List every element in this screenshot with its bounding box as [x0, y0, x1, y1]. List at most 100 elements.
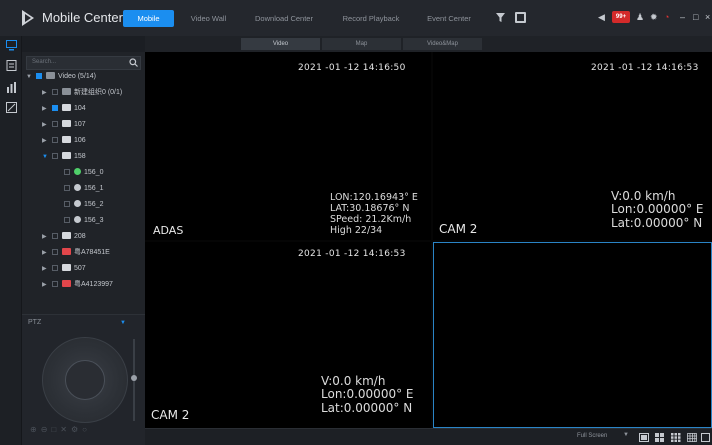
- custom-layout-icon[interactable]: [701, 433, 710, 442]
- tab-video-and-map[interactable]: Video&Map: [403, 38, 482, 50]
- overlay-line: High 22/34: [330, 224, 383, 236]
- checkbox[interactable]: [36, 73, 42, 79]
- video-timestamp: 2021 -01 -12 14:16:53: [591, 63, 699, 73]
- ptz-speed-slider[interactable]: [131, 339, 137, 421]
- collapse-icon[interactable]: ▼: [120, 320, 126, 326]
- checkbox[interactable]: [52, 233, 58, 239]
- search-icon[interactable]: [129, 58, 138, 67]
- collapse-arrow-icon[interactable]: ▶: [42, 229, 50, 245]
- tree-node-video-root[interactable]: ▼ Video (5/14): [26, 69, 96, 85]
- checkbox[interactable]: [64, 185, 70, 191]
- checkbox[interactable]: [52, 153, 58, 159]
- edit-icon[interactable]: [6, 102, 17, 113]
- checkbox[interactable]: [64, 217, 70, 223]
- tab-map[interactable]: Map: [322, 38, 401, 50]
- tree-node-device[interactable]: ▼ 158: [42, 149, 86, 165]
- collapse-arrow-icon[interactable]: ▶: [42, 117, 50, 133]
- nav-tab-record-playback[interactable]: Record Playback: [332, 10, 410, 27]
- checkbox[interactable]: [52, 89, 58, 95]
- tree-node-channel[interactable]: 156_3: [62, 213, 103, 229]
- settings-icon[interactable]: ✹: [650, 11, 658, 24]
- checkbox[interactable]: [52, 105, 58, 111]
- alarm-badge[interactable]: 99+: [612, 11, 630, 23]
- tab-video[interactable]: Video: [241, 38, 320, 50]
- filter-icon[interactable]: [496, 12, 505, 23]
- collapse-arrow-icon[interactable]: ▶: [42, 85, 50, 101]
- collapse-arrow-icon[interactable]: ▶: [42, 245, 50, 261]
- checkbox[interactable]: [52, 137, 58, 143]
- camera-label: ADAS: [153, 224, 184, 237]
- camera-icon: [74, 200, 81, 207]
- layout-2x2-icon[interactable]: [655, 433, 665, 442]
- collapse-arrow-icon[interactable]: ▶: [42, 101, 50, 117]
- nav-tab-download-center[interactable]: Download Center: [244, 10, 324, 27]
- checkbox[interactable]: [64, 169, 70, 175]
- collapse-arrow-icon[interactable]: ▶: [42, 277, 50, 293]
- video-cell-3[interactable]: 2021 -01 -12 14:16:53 V:0.0 km/h Lon:0.0…: [145, 242, 431, 428]
- ptz-control-buttons[interactable]: ⊕⊖□✕⚙○: [30, 425, 140, 437]
- tree-node-device[interactable]: ▶ 208: [42, 229, 86, 245]
- expand-arrow-icon[interactable]: ▼: [26, 69, 34, 85]
- minimize-icon[interactable]: –: [680, 11, 685, 24]
- nav-tab-mobile[interactable]: Mobile: [123, 10, 174, 27]
- expand-arrow-icon[interactable]: ▼: [42, 149, 50, 165]
- device-icon: [62, 136, 71, 143]
- tree-node-device[interactable]: ▶ 107: [42, 117, 86, 133]
- tree-node-device[interactable]: ▶ 507: [42, 261, 86, 277]
- tree-node-device[interactable]: ▶ 粤A78451E: [42, 245, 110, 261]
- tree-node-device[interactable]: ▶ 106: [42, 133, 86, 149]
- top-bar: Mobile Center Mobile Video Wall Download…: [0, 0, 712, 36]
- search-input[interactable]: Search...: [26, 56, 141, 70]
- nav-tab-event-center[interactable]: Event Center: [418, 10, 480, 27]
- checkbox[interactable]: [52, 281, 58, 287]
- checkbox[interactable]: [52, 265, 58, 271]
- nav-tab-video-wall[interactable]: Video Wall: [181, 10, 236, 27]
- overlay-line: V:0.0 km/h: [611, 189, 676, 203]
- vehicle-icon: [62, 232, 71, 239]
- collapse-arrow-icon[interactable]: ▶: [42, 133, 50, 149]
- maximize-icon[interactable]: □: [693, 11, 698, 24]
- video-cell-4-empty[interactable]: [433, 242, 712, 428]
- tree-node-channel[interactable]: 156_2: [62, 197, 103, 213]
- layout-4x4-icon[interactable]: [687, 433, 697, 442]
- device-icon: [62, 264, 71, 271]
- tree-node-device[interactable]: ▶ 104: [42, 101, 86, 117]
- full-screen-button[interactable]: Full Screen: [577, 433, 607, 439]
- folder-icon: [46, 72, 55, 79]
- ptz-panel: PTZ ▼ ⊕⊖□✕⚙○: [22, 314, 145, 445]
- vehicle-icon: [62, 280, 71, 287]
- layout-1x1-icon[interactable]: [639, 433, 649, 442]
- ptz-joystick-knob[interactable]: [65, 360, 105, 400]
- close-icon[interactable]: ×: [705, 11, 710, 24]
- monitor-icon[interactable]: [6, 40, 17, 51]
- overlay-line: V:0.0 km/h: [321, 374, 386, 388]
- view-mode-tabs: Video Map Video&Map: [145, 36, 712, 52]
- checkbox[interactable]: [52, 121, 58, 127]
- add-view-icon[interactable]: [515, 12, 526, 23]
- checkbox[interactable]: [64, 201, 70, 207]
- tree-node-device[interactable]: ▶ 粤A4123997: [42, 277, 113, 293]
- video-cell-2[interactable]: 2021 -01 -12 14:16:53 V:0.0 km/h Lon:0.0…: [433, 52, 712, 240]
- collapse-arrow-icon[interactable]: ▶: [42, 261, 50, 277]
- tree-node-channel[interactable]: 156_1: [62, 181, 103, 197]
- ptz-joystick[interactable]: [42, 337, 128, 423]
- slider-handle[interactable]: [131, 375, 137, 381]
- dropdown-arrow-icon[interactable]: ▼: [623, 432, 629, 438]
- speaker-icon[interactable]: ◀: [598, 11, 605, 24]
- camera-icon: [74, 168, 81, 175]
- camera-icon: [74, 216, 81, 223]
- tree-node-org[interactable]: ▶ 新建组织0 (0/1): [42, 85, 122, 101]
- layout-3x3-icon[interactable]: [671, 433, 681, 442]
- app-title: Mobile Center: [42, 10, 123, 25]
- overlay-line: Lon:0.00000° E: [611, 202, 704, 217]
- left-icon-rail: [0, 36, 22, 445]
- video-cell-1[interactable]: 2021 -01 -12 14:16:50 LON:120.16943° E L…: [145, 52, 431, 240]
- notification-icon[interactable]: ◔: [664, 11, 669, 24]
- tree-node-channel[interactable]: 156_0: [62, 165, 103, 181]
- document-icon[interactable]: [6, 60, 17, 71]
- user-icon[interactable]: ♟: [636, 11, 644, 24]
- search-placeholder: Search...: [32, 59, 57, 65]
- checkbox[interactable]: [52, 249, 58, 255]
- video-grid: 2021 -01 -12 14:16:50 LON:120.16943° E L…: [145, 52, 712, 428]
- chart-icon[interactable]: [6, 82, 17, 93]
